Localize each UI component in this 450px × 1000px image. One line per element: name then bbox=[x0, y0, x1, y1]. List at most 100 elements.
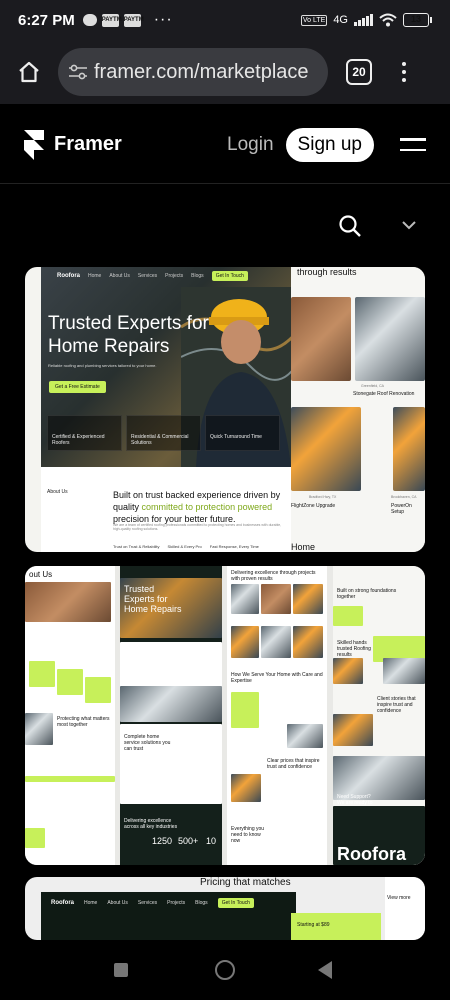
signal-icon bbox=[354, 14, 373, 26]
projects-heading: through results bbox=[297, 267, 357, 277]
paytm-icon-2: PAYTM bbox=[123, 13, 144, 27]
electrician-image bbox=[291, 407, 361, 491]
status-bar: 6:27 PM PAYTM PAYTM ··· Vo LTE 4G 13 bbox=[0, 0, 450, 40]
site-header: Framer Login Sign up bbox=[0, 106, 450, 184]
preview-nav: Roofora Home About Us Services Projects … bbox=[57, 271, 248, 281]
tab-switcher-button[interactable]: 20 bbox=[346, 59, 372, 85]
signup-button[interactable]: Sign up bbox=[285, 127, 374, 162]
home-button[interactable] bbox=[0, 40, 58, 104]
hero-preview: Roofora Home About Us Services Projects … bbox=[41, 267, 291, 467]
lime-card bbox=[231, 692, 259, 728]
lime-bar bbox=[25, 776, 115, 782]
browser-toolbar: framer.com/marketplace 20 bbox=[0, 40, 450, 104]
page-title: out Us bbox=[29, 570, 53, 579]
page-preview-projects: Delivering excellence through projects w… bbox=[227, 566, 327, 865]
view-more-text: View more bbox=[387, 895, 411, 901]
page-title: Trusted Experts for Home Repairs bbox=[124, 584, 182, 614]
url-bar[interactable]: framer.com/marketplace bbox=[58, 48, 328, 96]
chip: Fast Response, Every Time bbox=[209, 544, 259, 549]
about-preview: About Us Built on trust backed experienc… bbox=[41, 467, 291, 552]
site-settings-icon[interactable] bbox=[68, 63, 88, 81]
view-more-block: View more bbox=[385, 877, 425, 940]
volte-icon: Vo LTE bbox=[300, 14, 328, 26]
feature-box: Certified & Experienced Roofers bbox=[47, 415, 122, 451]
projects-footer: Home bbox=[291, 542, 316, 552]
lime-card bbox=[25, 828, 45, 848]
feature-box: Quick Turnaround Time bbox=[205, 415, 280, 451]
project-image bbox=[261, 584, 291, 614]
preview-nav-item: Projects bbox=[167, 900, 186, 906]
hero-subtitle: Reliable roofing and plumbing services t… bbox=[48, 363, 157, 368]
filter-row bbox=[0, 185, 450, 265]
worker-image bbox=[333, 658, 363, 684]
preview-nav-item: Home bbox=[88, 273, 102, 279]
framer-logo[interactable]: Framer bbox=[24, 129, 122, 160]
preview-nav-item: Services bbox=[137, 273, 158, 279]
feature-row: Certified & Experienced Roofers Resident… bbox=[47, 415, 280, 451]
project-image bbox=[293, 584, 323, 614]
browser-menu-icon[interactable] bbox=[402, 62, 406, 82]
template-card-roofora-pages[interactable]: out Us Protecting what matters most toge… bbox=[25, 566, 425, 865]
page-preview-home-dark: Trusted Experts for Home Repairs Complet… bbox=[120, 566, 222, 865]
projects-preview: through results Greenfield, CA Stonegate… bbox=[291, 267, 425, 552]
back-button[interactable] bbox=[318, 961, 332, 979]
home-nav-button[interactable] bbox=[215, 960, 235, 980]
about-heading: Built on trust backed experience driven … bbox=[113, 490, 281, 524]
chat-bubble-icon bbox=[82, 14, 97, 26]
page-text: Complete home service solutions you can … bbox=[124, 734, 171, 752]
search-icon[interactable] bbox=[338, 214, 362, 238]
preview-cta: Get In Touch bbox=[211, 271, 248, 281]
brand-name: Framer bbox=[54, 133, 122, 155]
pricing-start-box: Starting at $89 bbox=[291, 913, 381, 940]
roof-image bbox=[25, 582, 111, 622]
lime-card bbox=[29, 661, 55, 687]
project-location: Greenfield, CA bbox=[361, 384, 384, 388]
page-text: Clear prices that inspire trust and conf… bbox=[267, 758, 320, 770]
about-text: We are a team of certified roofing profe… bbox=[113, 523, 282, 531]
project-image bbox=[231, 626, 259, 658]
template-card-roofora-hero[interactable]: Roofora Home About Us Services Projects … bbox=[25, 267, 425, 552]
network-type: 4G bbox=[333, 14, 348, 26]
hero-cta: Get a Free Estimate bbox=[49, 381, 106, 393]
worker-image bbox=[333, 714, 373, 746]
roof-image bbox=[291, 297, 351, 381]
preview-nav-item: About Us bbox=[107, 900, 128, 906]
about-label: About Us bbox=[47, 489, 68, 495]
preview-nav-item: About Us bbox=[109, 273, 130, 279]
chevron-down-icon[interactable] bbox=[402, 221, 416, 230]
login-link[interactable]: Login bbox=[227, 134, 274, 156]
hero-title: Trusted Experts for Home Repairs bbox=[48, 313, 209, 357]
about-chips: Trust on Trust & Reliability Skilled & E… bbox=[113, 544, 259, 549]
page-title: Delivering excellence through projects w… bbox=[231, 570, 316, 582]
chip: Trust on Trust & Reliability bbox=[113, 544, 160, 549]
project-location: Bradford Hwy, TX bbox=[309, 495, 337, 499]
project-location: Brookhaven, CA bbox=[391, 495, 417, 499]
chip: Skilled & Every Pro bbox=[167, 544, 202, 549]
more-notifications-icon: ··· bbox=[153, 11, 173, 28]
home-icon bbox=[19, 61, 39, 83]
electrician-image-2 bbox=[393, 407, 425, 491]
preview-nav-dark: Roofora Home About Us Services Projects … bbox=[41, 892, 296, 940]
roofer-image bbox=[355, 297, 425, 381]
template-card-roofora-pricing[interactable]: Pricing that matches Roofora Home About … bbox=[25, 877, 425, 940]
battery-level: 13 bbox=[410, 14, 421, 24]
recents-button[interactable] bbox=[114, 963, 128, 977]
lime-card bbox=[85, 677, 111, 703]
page-text: Skilled hands trusted Roofing results bbox=[337, 640, 371, 658]
stat: 500+ bbox=[178, 836, 199, 846]
project-title: Stonegate Roof Renovation bbox=[353, 391, 415, 397]
preview-cta: Get In Touch bbox=[217, 898, 254, 908]
page-text: Everything you need to know now bbox=[231, 826, 265, 844]
page-text: Protecting what matters most together bbox=[57, 716, 110, 728]
project-image bbox=[231, 774, 261, 802]
stat: 10 bbox=[206, 836, 217, 846]
preview-nav-item: Home bbox=[84, 900, 98, 906]
page-preview-services: Built on strong foundations together Ski… bbox=[333, 566, 425, 865]
worker-image bbox=[383, 658, 425, 684]
framer-logo-icon bbox=[24, 129, 44, 160]
preview-logo: Roofora bbox=[57, 273, 80, 279]
page-preview-about: out Us Protecting what matters most toge… bbox=[25, 566, 115, 865]
worker-image bbox=[25, 713, 53, 745]
menu-icon[interactable] bbox=[400, 138, 426, 151]
wifi-icon bbox=[379, 13, 397, 27]
